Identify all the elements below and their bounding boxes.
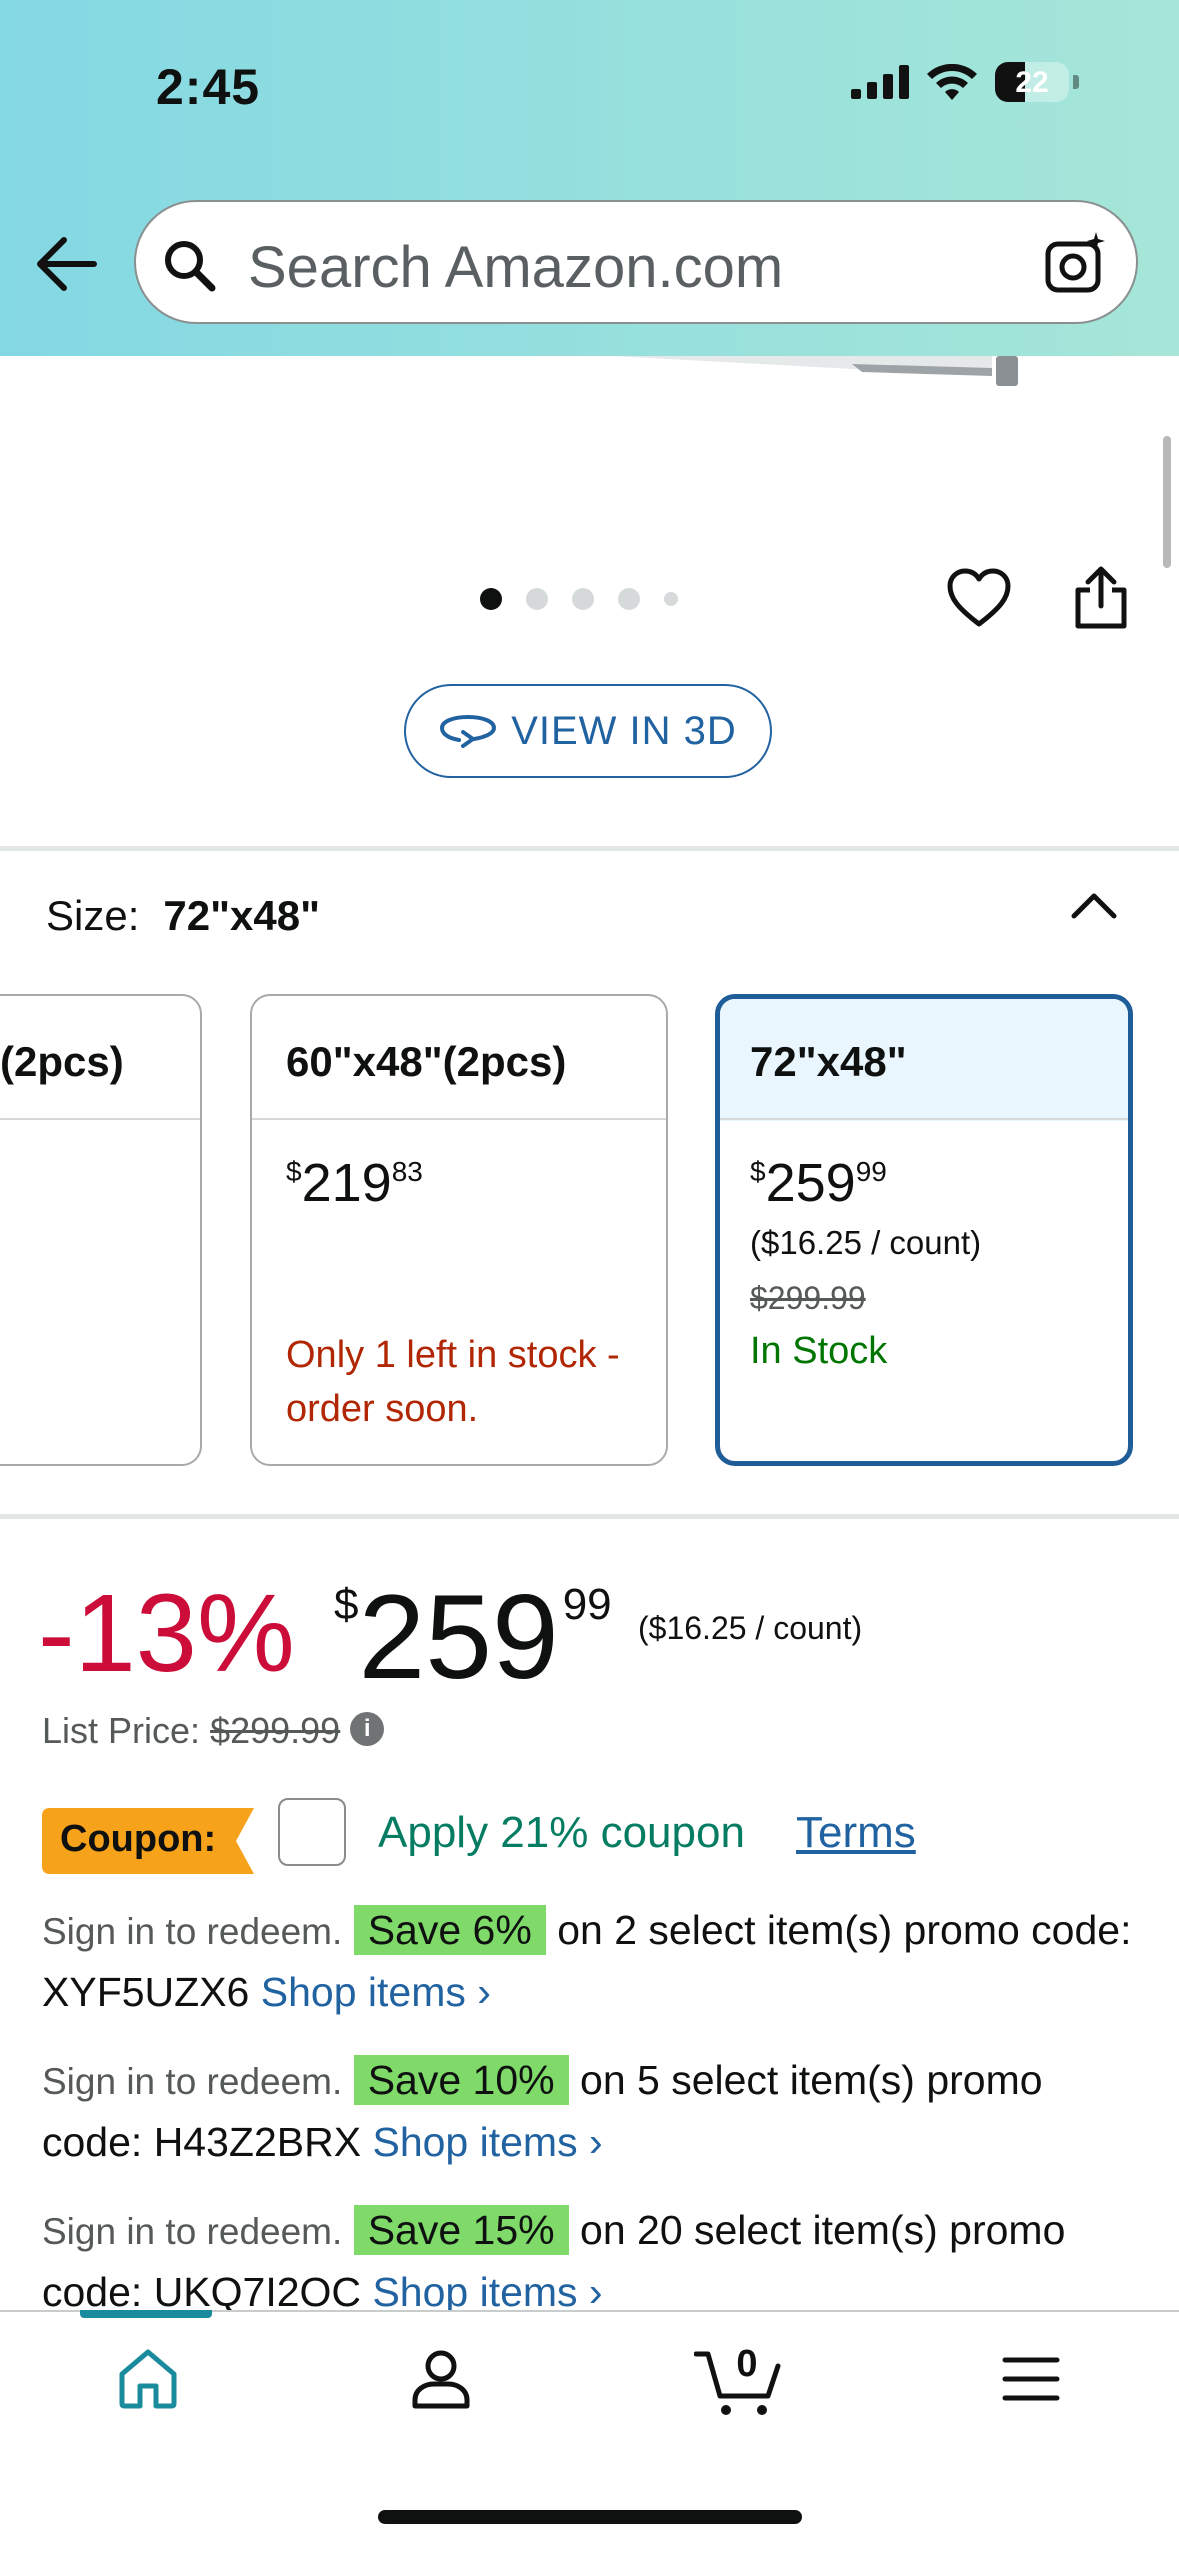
wifi-icon xyxy=(927,64,977,100)
pager-dot[interactable] xyxy=(480,588,502,610)
promo-shop-items-link[interactable]: Shop items › xyxy=(372,2269,602,2315)
view-in-3d-label: VIEW IN 3D xyxy=(511,708,737,753)
list-price-value: $299.99 xyxy=(210,1710,341,1751)
promo-save-badge: Save 6% xyxy=(353,1905,546,1955)
camera-search-icon[interactable] xyxy=(1044,230,1110,296)
section-divider xyxy=(0,1514,1179,1519)
product-image[interactable] xyxy=(612,356,1022,388)
size-option-stock: In Stock xyxy=(750,1330,888,1372)
size-option-card[interactable]: (2pcs) xyxy=(0,994,202,1466)
promo-save-badge: Save 10% xyxy=(353,2055,569,2105)
size-option-price: $21983 xyxy=(286,1153,423,1213)
header: 2:45 22 Search Amazon.com xyxy=(0,0,1179,356)
signal-icon xyxy=(851,65,909,99)
status-icons: 22 xyxy=(851,62,1079,102)
discount-percent: -13% xyxy=(38,1572,295,1695)
search-input[interactable]: Search Amazon.com xyxy=(134,200,1138,324)
size-option-card[interactable]: 60"x48"(2pcs) $21983 Only 1 left in stoc… xyxy=(250,994,668,1466)
battery-level: 22 xyxy=(1015,66,1049,99)
search-placeholder: Search Amazon.com xyxy=(248,235,784,300)
promo-row: Sign in to redeem. Save 15% on 20 select… xyxy=(42,2200,1152,2322)
view-in-3d-button[interactable]: VIEW IN 3D xyxy=(404,684,772,778)
size-label: Size: xyxy=(46,892,140,939)
size-option-list-price: $299.99 xyxy=(750,1280,866,1316)
image-pager[interactable] xyxy=(480,588,678,610)
promo-signin[interactable]: Sign in to redeem. xyxy=(42,2211,342,2252)
size-label-row: Size: 72"x48" xyxy=(46,892,320,940)
scrollbar[interactable] xyxy=(1163,436,1171,568)
pager-dot[interactable] xyxy=(526,588,548,610)
list-price-row: List Price: $299.99 i xyxy=(42,1710,385,1752)
coupon-checkbox[interactable] xyxy=(278,1798,346,1866)
promo-shop-items-link[interactable]: Shop items › xyxy=(261,1969,491,2015)
section-divider xyxy=(0,846,1179,851)
size-option-stock: Only 1 left in stock - order soon. xyxy=(286,1334,620,1430)
nav-active-indicator xyxy=(80,2310,212,2318)
info-icon[interactable]: i xyxy=(350,1712,385,1747)
coupon-tag-label: Coupon: xyxy=(60,1818,217,1860)
status-time: 2:45 xyxy=(156,59,261,115)
size-option-title: 72"x48" xyxy=(750,1038,907,1085)
account-icon[interactable] xyxy=(410,2348,472,2410)
size-option-per-count: ($16.25 / count) xyxy=(750,1224,982,1261)
battery-icon: 22 xyxy=(995,62,1069,102)
share-icon[interactable] xyxy=(1072,566,1130,630)
size-option-price: $25999 xyxy=(750,1153,887,1213)
promo-signin[interactable]: Sign in to redeem. xyxy=(42,1911,342,1952)
home-indicator xyxy=(378,2510,802,2524)
home-icon[interactable] xyxy=(116,2348,180,2410)
promo-row: Sign in to redeem. Save 6% on 2 select i… xyxy=(42,1900,1152,2022)
promo-shop-items-link[interactable]: Shop items › xyxy=(372,2119,602,2165)
wishlist-heart-icon[interactable] xyxy=(946,568,1012,630)
cart-count: 0 xyxy=(736,2343,758,2385)
menu-icon[interactable] xyxy=(1002,2356,1060,2402)
size-option-title: 60"x48"(2pcs) xyxy=(286,1038,567,1085)
size-selected-value: 72"x48" xyxy=(163,892,320,939)
size-option-card-selected[interactable]: 72"x48" $25999 ($16.25 / count) $299.99 … xyxy=(715,994,1133,1466)
pager-dot[interactable] xyxy=(664,592,678,606)
price: $25999 xyxy=(334,1570,612,1704)
search-icon xyxy=(165,241,216,292)
pager-dot[interactable] xyxy=(572,588,594,610)
promo-row: Sign in to redeem. Save 10% on 5 select … xyxy=(42,2050,1152,2172)
pager-dot[interactable] xyxy=(618,588,640,610)
price-per-count: ($16.25 / count) xyxy=(638,1610,863,1646)
rotate-3d-icon xyxy=(440,714,497,748)
back-arrow-icon[interactable] xyxy=(36,236,98,292)
size-option-title: (2pcs) xyxy=(0,1038,124,1085)
apply-coupon-label[interactable]: Apply 21% coupon xyxy=(378,1808,745,1858)
chevron-up-icon[interactable] xyxy=(1068,886,1120,922)
promo-save-badge: Save 15% xyxy=(353,2205,569,2255)
coupon-terms-link[interactable]: Terms xyxy=(796,1808,916,1858)
promo-signin[interactable]: Sign in to redeem. xyxy=(42,2061,342,2102)
